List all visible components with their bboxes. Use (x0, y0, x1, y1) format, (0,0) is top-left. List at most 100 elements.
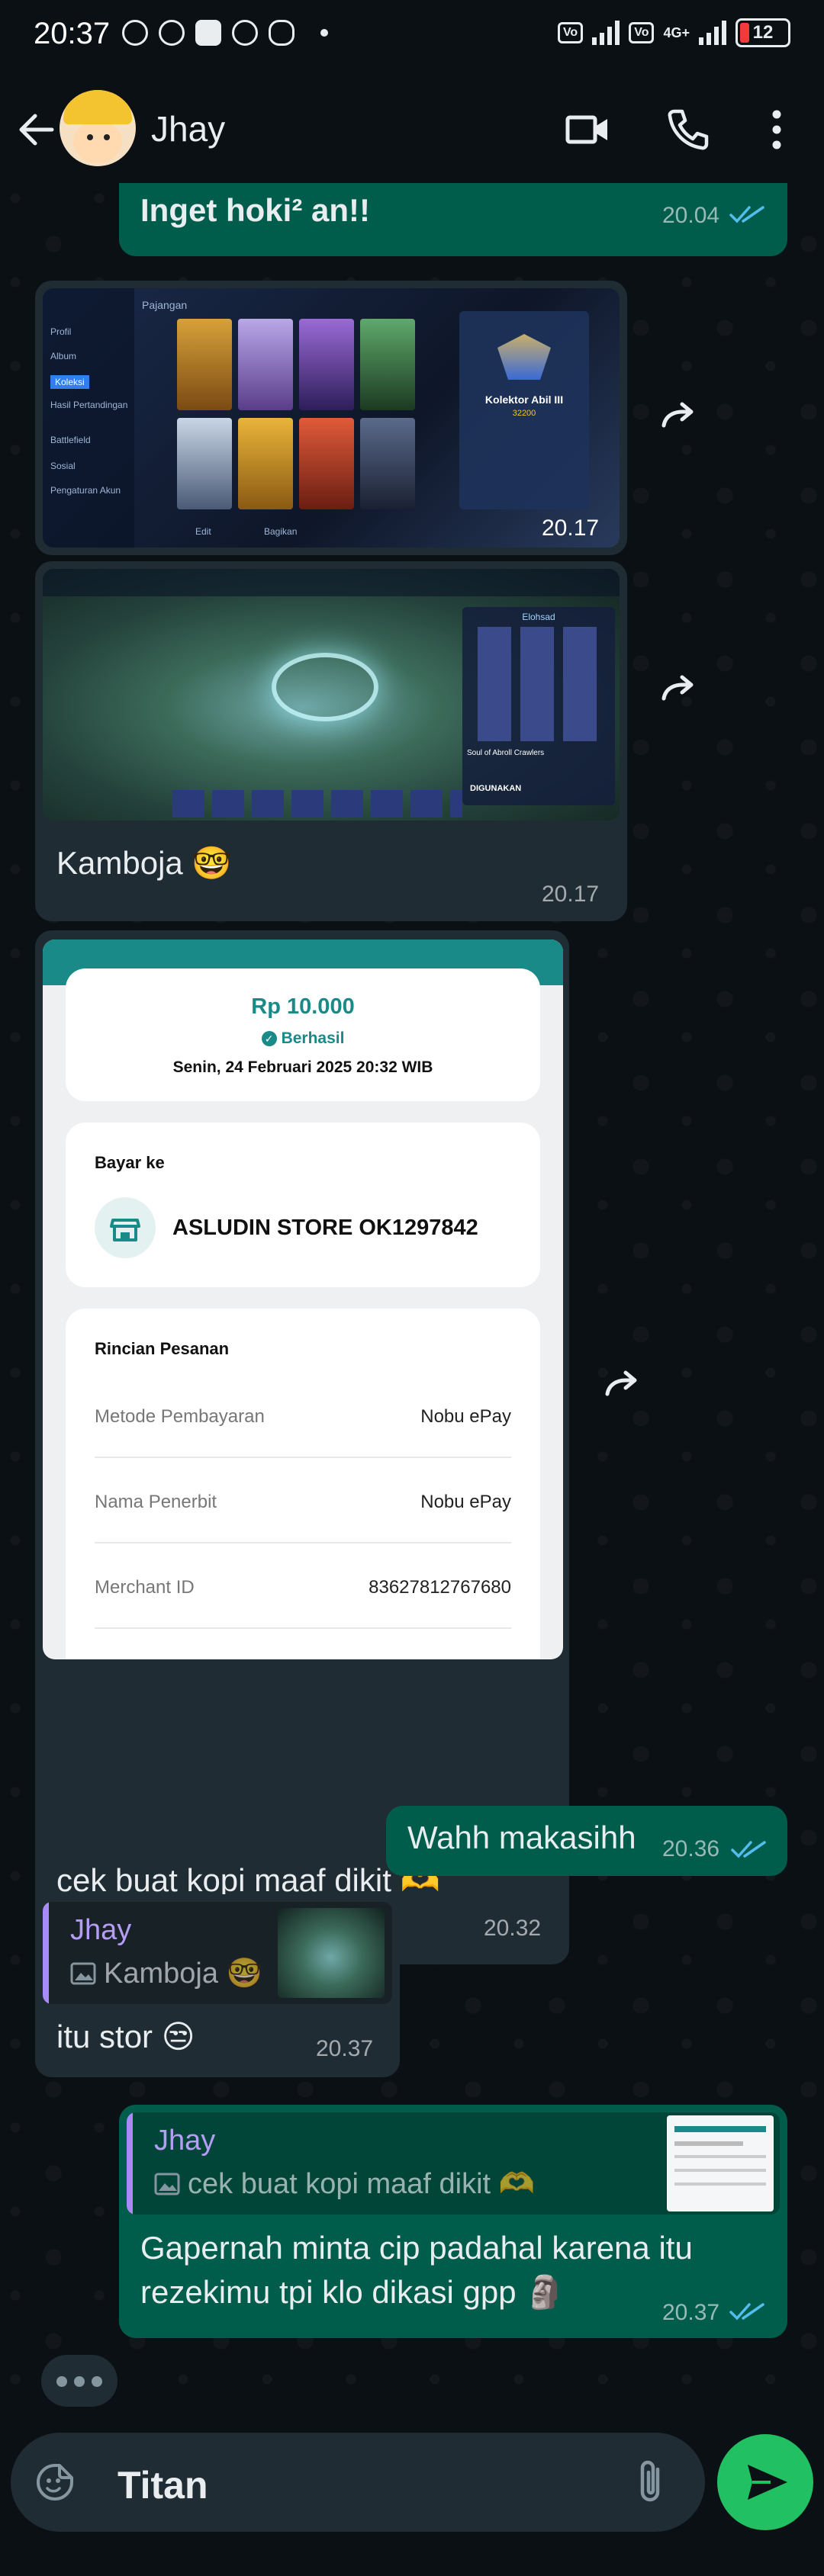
message-incoming-image[interactable]: Pajangan Profil Album Koleksi Hasil Pert… (35, 281, 627, 555)
screenshot-edit-button: Edit (195, 526, 211, 537)
message-time: 20.32 (484, 1916, 542, 1941)
back-arrow-icon[interactable] (14, 107, 60, 153)
collector-points: 32200 (512, 409, 536, 418)
screenshot-menu-item: Profil (50, 326, 72, 337)
alarm-icon (159, 20, 185, 46)
more-options-icon[interactable] (752, 105, 801, 154)
message-incoming-reply[interactable]: Jhay Kamboja 🤓 itu stor 😒 20.37 (35, 1894, 400, 2077)
battery-level: 12 (752, 22, 774, 43)
network-type: 4G+ (663, 25, 690, 40)
message-text: Wahh makasihh (407, 1820, 636, 1855)
status-icons-left (122, 20, 328, 46)
screenshot-menu-item: Album (50, 351, 77, 361)
reply-author: Jhay (70, 1914, 132, 1946)
detail-label: Nama Penerbit (95, 1492, 217, 1512)
send-button[interactable] (717, 2434, 813, 2530)
dnd-moon-icon (122, 20, 148, 46)
avatar[interactable] (60, 90, 136, 166)
voice-call-icon[interactable] (664, 105, 713, 154)
message-time: 20.37 (316, 2036, 374, 2061)
image-icon (70, 1962, 96, 1985)
message-input-text[interactable]: Titan (117, 2463, 208, 2507)
skin-card (360, 319, 415, 410)
game-collection-screenshot[interactable]: Pajangan Profil Album Koleksi Hasil Pert… (43, 288, 620, 548)
reply-quote[interactable]: Jhay Kamboja 🤓 (43, 1902, 392, 2004)
receipt-date: Senin, 24 Februari 2025 20:32 WIB (172, 1058, 433, 1076)
message-text-line: rezekimu tpi klo dikasi gpp 🗿 (140, 2274, 565, 2310)
screenshot-title: Pajangan (142, 299, 188, 311)
message-time: 20.04 (662, 203, 720, 228)
message-caption: Kamboja 🤓 (56, 845, 232, 881)
message-input[interactable]: Titan (11, 2433, 705, 2532)
receipt-details-card: Rincian Pesanan Metode Pembayaran Nobu e… (66, 1309, 540, 1659)
reply-text: cek buat kopi maaf dikit 🫶 (188, 2168, 535, 2200)
skin-card (177, 418, 232, 509)
chat-header: Jhay (0, 76, 824, 183)
skin-card (177, 319, 232, 410)
chat-area[interactable]: Inget hoki² an!! 20.04 Pajangan Profil A… (0, 183, 824, 2410)
sticker-icon[interactable] (34, 2461, 76, 2504)
receipt-summary-card: Rp 10.000 ✓ Berhasil Senin, 24 Februari … (66, 968, 540, 1101)
status-icons-right: Vo Vo 4G+ 12 (557, 18, 790, 47)
read-ticks-icon (729, 206, 764, 223)
screenshot-menu-item: Battlefield (50, 435, 91, 445)
skin-card (360, 418, 415, 509)
message-time: 20.37 (662, 2300, 720, 2325)
attach-paperclip-icon[interactable] (629, 2459, 674, 2506)
typing-indicator (41, 2355, 117, 2407)
payment-receipt-image[interactable]: Rp 10.000 ✓ Berhasil Senin, 24 Februari … (43, 940, 563, 1659)
reply-text: Kamboja 🤓 (104, 1958, 262, 1990)
forward-icon[interactable] (649, 662, 705, 718)
message-outgoing-reply[interactable]: Jhay cek buat kopi maaf dikit 🫶 Gapernah… (119, 2105, 787, 2338)
emote-effect (272, 653, 378, 721)
game-emote-screenshot[interactable]: Elohsad Soul of Abroll Crawlers DIGUNAKA… (43, 569, 620, 821)
skin-card (238, 319, 293, 410)
skin-card (238, 418, 293, 509)
reply-author: Jhay (154, 2125, 216, 2157)
collector-panel: Kolektor Abil III 32200 (459, 311, 589, 509)
message-time: 20.17 (542, 882, 600, 907)
reply-thumbnail (667, 2115, 774, 2211)
status-time: 20:37 (34, 17, 111, 50)
reply-thumbnail (278, 1908, 385, 1998)
screenshot-menu-item: Sosial (50, 461, 76, 471)
message-outgoing[interactable]: Wahh makasihh 20.36 (386, 1806, 787, 1876)
contact-name[interactable]: Jhay (151, 108, 225, 149)
forward-icon[interactable] (592, 1357, 649, 1414)
collector-title: Kolektor Abil III (484, 393, 564, 406)
emote-panel-subtitle: Soul of Abroll Crawlers (467, 749, 545, 757)
receipt-status: Berhasil (281, 1029, 345, 1047)
read-ticks-icon (729, 2303, 764, 2321)
more-notifications-dot (320, 29, 328, 37)
screenshot-menu-item: Pengaturan Akun (50, 485, 121, 496)
send-icon (748, 2465, 787, 2500)
status-bar: 20:37 Vo Vo 4G+ 12 (0, 0, 824, 76)
detail-label: Merchant ID (95, 1577, 195, 1598)
message-incoming-image[interactable]: Elohsad Soul of Abroll Crawlers DIGUNAKA… (35, 561, 627, 921)
message-time: 20.36 (662, 1836, 720, 1861)
emote-use-button: DIGUNAKAN (470, 784, 522, 793)
forward-icon[interactable] (649, 389, 705, 445)
message-text: itu stor 😒 (56, 2019, 195, 2054)
message-text: Inget hoki² an!! (140, 192, 370, 228)
store-icon (95, 1197, 156, 1258)
skin-card (299, 319, 354, 410)
signal-icon-2 (699, 21, 726, 45)
message-time: 20.17 (542, 516, 600, 541)
message-outgoing[interactable]: Inget hoki² an!! 20.04 (119, 183, 787, 256)
detail-label: Metode Pembayaran (95, 1406, 265, 1427)
reply-quote[interactable]: Jhay cek buat kopi maaf dikit 🫶 (127, 2112, 780, 2215)
check-circle-icon: ✓ (261, 1031, 277, 1046)
screenshot-share-button: Bagikan (264, 526, 298, 537)
signal-icon (592, 21, 620, 45)
app-notification-icon (195, 20, 221, 46)
receipt-amount: Rp 10.000 (251, 994, 355, 1019)
store-name: ASLUDIN STORE OK1297842 (172, 1216, 478, 1240)
image-icon (154, 2173, 180, 2195)
sync-icon (232, 20, 258, 46)
screenshot-menu-item: Hasil Pertandingan (50, 400, 128, 410)
order-details-label: Rincian Pesanan (95, 1339, 230, 1358)
video-call-icon[interactable] (563, 105, 612, 154)
detail-value: Nobu ePay (420, 1492, 511, 1512)
composer-bar: Titan (0, 2410, 824, 2576)
